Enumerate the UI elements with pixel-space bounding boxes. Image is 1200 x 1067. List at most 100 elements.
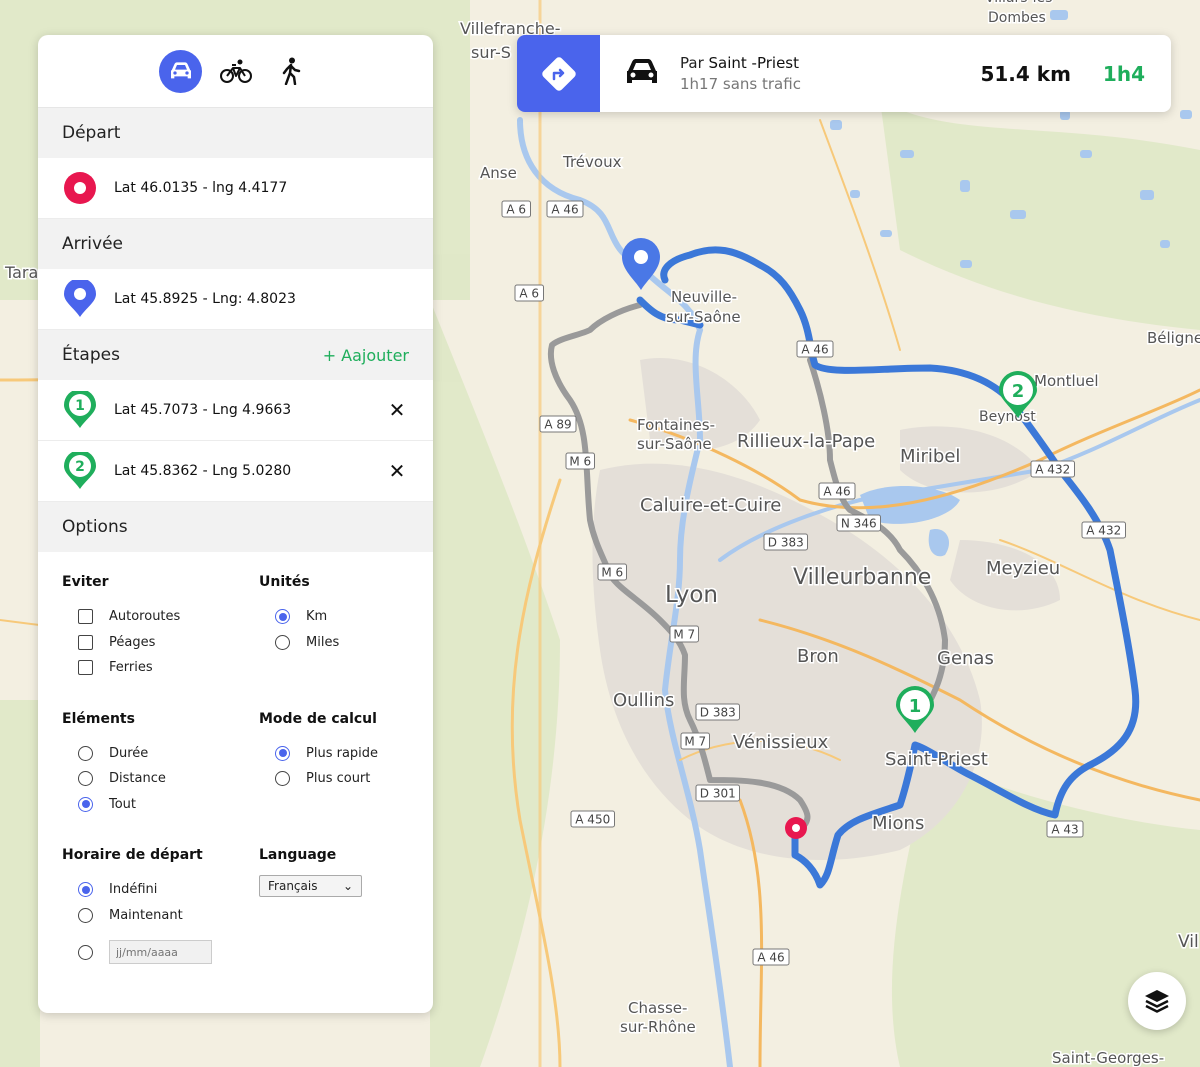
route-distance: 51.4 km	[980, 61, 1071, 86]
place-label: Fontaines-	[637, 416, 715, 434]
road-shield: A 432	[1081, 521, 1126, 539]
radio-button[interactable]	[275, 634, 290, 650]
unites-miles[interactable]: Miles	[259, 630, 409, 656]
place-label: Tara	[4, 263, 38, 282]
directions-icon	[541, 56, 576, 91]
option-label: Plus rapide	[306, 745, 379, 761]
horaire-indefini[interactable]: Indéfini	[62, 877, 259, 903]
remove-waypoint-button[interactable]: ✕	[385, 398, 409, 422]
etapes-header: Étapes + Aajouter	[38, 330, 433, 380]
place-label: Neuville-	[671, 288, 737, 306]
depart-row[interactable]: Lat 46.0135 - lng 4.4177	[38, 158, 433, 219]
checkbox[interactable]	[78, 660, 93, 676]
via-prefix: Par	[680, 54, 704, 72]
place-label: Vil	[1178, 932, 1199, 952]
svg-text:A 6: A 6	[519, 287, 539, 301]
place-label: Rillieux-la-Pape	[737, 431, 875, 452]
via-name: Saint -Priest	[708, 54, 800, 72]
radio-button[interactable]	[275, 771, 290, 787]
place-label: Meyzieu	[986, 558, 1060, 579]
radio-button[interactable]	[78, 882, 93, 898]
arrivee-value: Lat 45.8925 - Lng: 4.8023	[114, 291, 296, 307]
waypoint-value: Lat 45.7073 - Lng 4.9663	[114, 402, 292, 418]
waypoint-marker-1-label: 1	[909, 696, 922, 717]
radio-button[interactable]	[78, 771, 93, 787]
arrivee-row[interactable]: Lat 45.8925 - Lng: 4.8023	[38, 269, 433, 330]
place-label: Mions	[872, 813, 924, 834]
svg-text:D 301: D 301	[700, 787, 736, 801]
svg-text:D 383: D 383	[768, 536, 804, 550]
elements-duree[interactable]: Durée	[62, 741, 259, 767]
road-shield: A 46	[796, 340, 834, 358]
eviter-ferries[interactable]: Ferries	[62, 655, 259, 681]
waypoint-row-1[interactable]: 1 Lat 45.7073 - Lng 4.9663 ✕	[38, 380, 433, 441]
no-traffic-duration: 1h17 sans trafic	[680, 75, 801, 93]
unites-km[interactable]: Km	[259, 604, 409, 630]
waypoint-value: Lat 45.8362 - Lng 5.0280	[114, 463, 292, 479]
waypoint-row-2[interactable]: 2 Lat 45.8362 - Lng 5.0280 ✕	[38, 441, 433, 502]
place-label: Miribel	[900, 446, 960, 467]
mode-car-button[interactable]	[159, 49, 202, 93]
mode-walk-button[interactable]	[269, 50, 312, 93]
mode-calcul-group: Mode de calcul Plus rapide Plus court	[259, 711, 409, 818]
option-label: Distance	[109, 771, 166, 787]
option-label: Maintenant	[109, 907, 183, 923]
svg-text:A 46: A 46	[551, 203, 578, 217]
radio-button[interactable]	[78, 944, 93, 960]
svg-text:A 6: A 6	[506, 203, 526, 217]
eviter-peages[interactable]: Péages	[62, 630, 259, 656]
elements-title: Eléments	[62, 710, 135, 727]
checkbox[interactable]	[78, 609, 93, 625]
eviter-autoroutes[interactable]: Autoroutes	[62, 604, 259, 630]
route-via: Par Saint -Priest 1h17 sans trafic	[680, 54, 980, 93]
layers-button[interactable]	[1128, 972, 1186, 1030]
place-label: Saint-Priest	[885, 749, 988, 770]
checkbox[interactable]	[78, 634, 93, 650]
radio-button[interactable]	[78, 796, 93, 812]
place-label: Bron	[797, 646, 839, 667]
radio-button[interactable]	[275, 745, 290, 761]
depart-value: Lat 46.0135 - lng 4.4177	[114, 180, 288, 196]
svg-text:M 6: M 6	[569, 455, 591, 469]
place-label: Trévoux	[562, 153, 622, 171]
route-duration: 1h4	[1102, 61, 1145, 86]
road-shield: A 46	[752, 948, 790, 966]
horaire-title: Horaire de départ	[62, 847, 203, 863]
radio-button[interactable]	[78, 907, 93, 923]
waypoint-marker-2-label: 2	[1012, 381, 1025, 402]
svg-text:M 6: M 6	[601, 566, 623, 580]
chevron-down-icon: ⌄	[342, 879, 353, 893]
place-label: Oullins	[613, 690, 674, 711]
travel-mode-selector	[38, 35, 433, 108]
option-label: Km	[306, 609, 328, 625]
directions-panel: Départ Lat 46.0135 - lng 4.4177 Arrivée …	[38, 35, 433, 1013]
elements-group: Eléments Durée Distance Tout	[62, 711, 259, 818]
eviter-group: Eviter Autoroutes Péages Ferries	[62, 574, 259, 681]
remove-waypoint-button[interactable]: ✕	[385, 459, 409, 483]
add-waypoint-button[interactable]: + Aajouter	[323, 346, 409, 365]
mode-calcul-title: Mode de calcul	[259, 710, 377, 727]
road-shield: A 432	[1030, 460, 1075, 478]
option-label: Miles	[306, 634, 340, 650]
mode-plus-rapide[interactable]: Plus rapide	[259, 741, 409, 767]
place-label: sur-Saône	[666, 308, 741, 326]
radio-button[interactable]	[78, 745, 93, 761]
date-input[interactable]	[109, 940, 212, 964]
place-label: sur-S	[471, 43, 511, 62]
horaire-maintenant[interactable]: Maintenant	[62, 903, 259, 929]
radio-button[interactable]	[275, 609, 290, 625]
language-select[interactable]: Français ⌄	[259, 875, 362, 897]
road-shield: M 7	[680, 732, 710, 750]
unites-title: Unités	[259, 574, 310, 590]
mode-bike-button[interactable]	[214, 50, 257, 93]
elements-distance[interactable]: Distance	[62, 766, 259, 792]
road-shield: A 46	[546, 200, 584, 218]
place-label: Béligne	[1147, 329, 1200, 347]
origin-marker[interactable]	[785, 817, 807, 839]
directions-button[interactable]	[517, 35, 600, 112]
svg-text:A 46: A 46	[801, 343, 828, 357]
mode-plus-court[interactable]: Plus court	[259, 766, 409, 792]
elements-tout[interactable]: Tout	[62, 792, 259, 818]
svg-text:A 46: A 46	[823, 485, 850, 499]
horaire-date[interactable]	[62, 938, 259, 966]
